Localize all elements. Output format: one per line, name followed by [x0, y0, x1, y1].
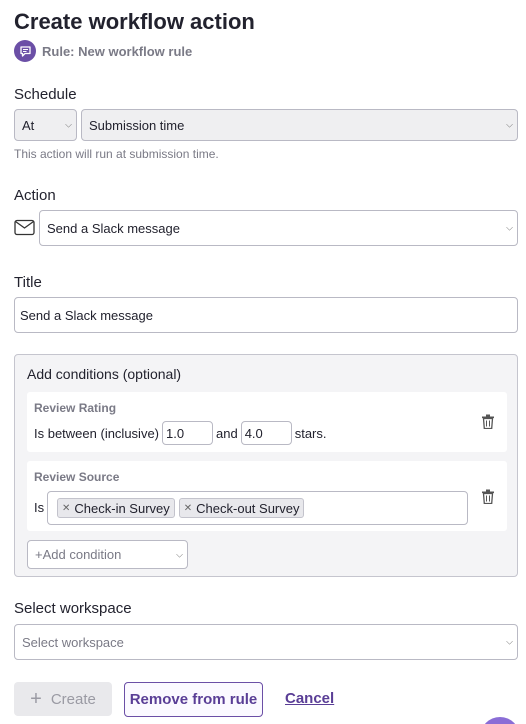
- workspace-select[interactable]: Select workspace ⌵: [14, 624, 518, 660]
- schedule-timing-value: At: [22, 117, 35, 133]
- title-label: Title: [14, 274, 42, 291]
- remove-tag-icon[interactable]: ✕: [184, 503, 192, 514]
- remove-from-rule-button[interactable]: Remove from rule: [124, 682, 263, 717]
- rule-breadcrumb: Rule: New workflow rule: [14, 40, 192, 62]
- condition-card-review-source: Review Source Is ✕ Check-in Survey ✕ Check…: [27, 461, 507, 531]
- condition-rule-row: Is between (inclusive) 1.0 and 4.0 stars…: [34, 421, 327, 445]
- remove-tag-icon[interactable]: ✕: [62, 503, 70, 514]
- condition-card-review-rating: Review Rating Is between (inclusive) 1.0…: [27, 392, 507, 452]
- add-condition-select[interactable]: +Add condition ⌵: [27, 540, 188, 569]
- chevron-down-icon: ⌵: [506, 636, 513, 647]
- workspace-label: Select workspace: [14, 600, 132, 617]
- source-tag: ✕ Check-out Survey: [178, 498, 305, 518]
- chevron-down-icon: ⌵: [506, 119, 513, 130]
- schedule-trigger-value: Submission time: [89, 117, 185, 133]
- tag-label: Check-out Survey: [196, 500, 300, 516]
- condition-label: Review Rating: [34, 401, 117, 415]
- action-label: Action: [14, 187, 56, 204]
- conditions-panel: Add conditions (optional) Review Rating …: [14, 354, 518, 577]
- schedule-trigger-select[interactable]: Submission time ⌵: [81, 109, 518, 141]
- schedule-timing-select[interactable]: At ⌵: [14, 109, 77, 141]
- schedule-hint: This action will run at submission time.: [14, 147, 219, 161]
- conditions-heading: Add conditions (optional): [27, 366, 182, 382]
- envelope-icon: [14, 219, 35, 241]
- trash-icon[interactable]: [481, 489, 495, 509]
- cancel-link[interactable]: Cancel: [285, 690, 334, 707]
- chevron-down-icon: ⌵: [176, 549, 183, 559]
- floating-action-button[interactable]: [480, 717, 520, 724]
- create-label: Create: [50, 690, 96, 708]
- schedule-label: Schedule: [14, 86, 77, 103]
- chevron-down-icon: ⌵: [506, 222, 513, 233]
- chevron-down-icon: ⌵: [65, 119, 72, 130]
- source-tag-input[interactable]: ✕ Check-in Survey ✕ Check-out Survey: [47, 491, 468, 525]
- create-button[interactable]: + Create: [14, 682, 112, 716]
- rating-min-input[interactable]: 1.0: [162, 421, 213, 445]
- tag-label: Check-in Survey: [74, 500, 170, 516]
- condition-joiner: and: [216, 425, 238, 441]
- source-tag: ✕ Check-in Survey: [57, 498, 175, 518]
- title-input[interactable]: Send a Slack message: [14, 297, 518, 333]
- condition-label: Review Source: [34, 470, 120, 484]
- rule-name: Rule: New workflow rule: [42, 43, 193, 59]
- action-select[interactable]: Send a Slack message ⌵: [39, 210, 518, 246]
- workspace-placeholder: Select workspace: [22, 634, 124, 650]
- plus-icon: +: [30, 688, 42, 710]
- page-title: Create workflow action: [14, 9, 255, 34]
- add-condition-label: +Add condition: [35, 547, 122, 562]
- action-value: Send a Slack message: [47, 220, 180, 236]
- rating-max-input[interactable]: 4.0: [240, 421, 292, 445]
- condition-prefix: Is: [34, 500, 45, 515]
- condition-suffix: stars.: [294, 425, 327, 441]
- chat-bubble-icon: [14, 40, 36, 62]
- condition-prefix: Is between (inclusive): [34, 425, 159, 441]
- trash-icon[interactable]: [481, 414, 495, 434]
